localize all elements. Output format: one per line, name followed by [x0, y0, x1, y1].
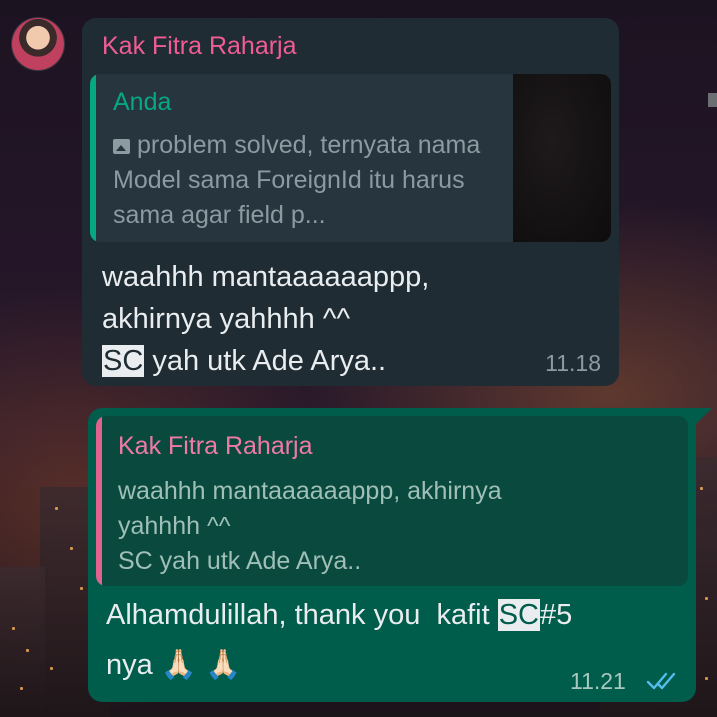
- scroll-marker: [708, 93, 717, 107]
- message-line-3: SC yah utk Ade Arya..: [102, 340, 522, 382]
- message-line-1: waahhh mantaaaaaappp,: [102, 261, 430, 293]
- message-text: waahhh mantaaaaaappp, akhirnya yahhhh ^^…: [102, 256, 522, 382]
- quoted-message[interactable]: Anda problem solved, ternyata nama Model…: [90, 74, 611, 242]
- sender-name[interactable]: Kak Fitra Raharja: [102, 32, 297, 61]
- outgoing-message-bubble[interactable]: Kak Fitra Raharja waahhh mantaaaaaappp, …: [88, 408, 696, 702]
- quote-text: waahhh mantaaaaaappp, akhirnya yahhhh ^^…: [118, 474, 668, 579]
- message-line-1: Alhamdulillah, thank you kafit SC#5: [106, 590, 666, 640]
- quote-text-container: problem solved, ternyata nama Model sama…: [113, 128, 493, 233]
- quote-accent-bar: [96, 416, 102, 586]
- quoted-message[interactable]: Kak Fitra Raharja waahhh mantaaaaaappp, …: [96, 416, 688, 586]
- double-check-icon: [646, 672, 676, 690]
- message-line-2: akhirnya yahhhh ^^: [102, 303, 351, 335]
- bubble-tail: [696, 408, 712, 424]
- quote-author: Kak Fitra Raharja: [118, 432, 313, 460]
- quote-line-3: SC yah utk Ade Arya..: [118, 547, 362, 575]
- quote-text: problem solved, ternyata nama Model sama…: [113, 131, 481, 229]
- search-highlight: SC: [102, 345, 145, 377]
- quote-line-1: waahhh mantaaaaaappp, akhirnya: [118, 477, 502, 505]
- message-time: 11.18: [545, 350, 601, 376]
- quote-author: Anda: [113, 88, 172, 116]
- message-prefix: Alhamdulillah, thank you kafit: [106, 599, 498, 631]
- search-highlight: SC: [497, 599, 541, 631]
- image-icon: [113, 139, 130, 154]
- quote-image-thumbnail: [513, 74, 611, 242]
- message-time: 11.21: [570, 668, 626, 694]
- quote-line-2: yahhhh ^^: [118, 512, 231, 540]
- incoming-message-bubble[interactable]: Kak Fitra Raharja Anda problem solved, t…: [82, 18, 619, 386]
- message-suffix: #5: [540, 599, 573, 631]
- quote-accent-bar: [90, 74, 96, 242]
- avatar[interactable]: [12, 18, 64, 70]
- message-line-3-text: yah utk Ade Arya..: [144, 345, 387, 377]
